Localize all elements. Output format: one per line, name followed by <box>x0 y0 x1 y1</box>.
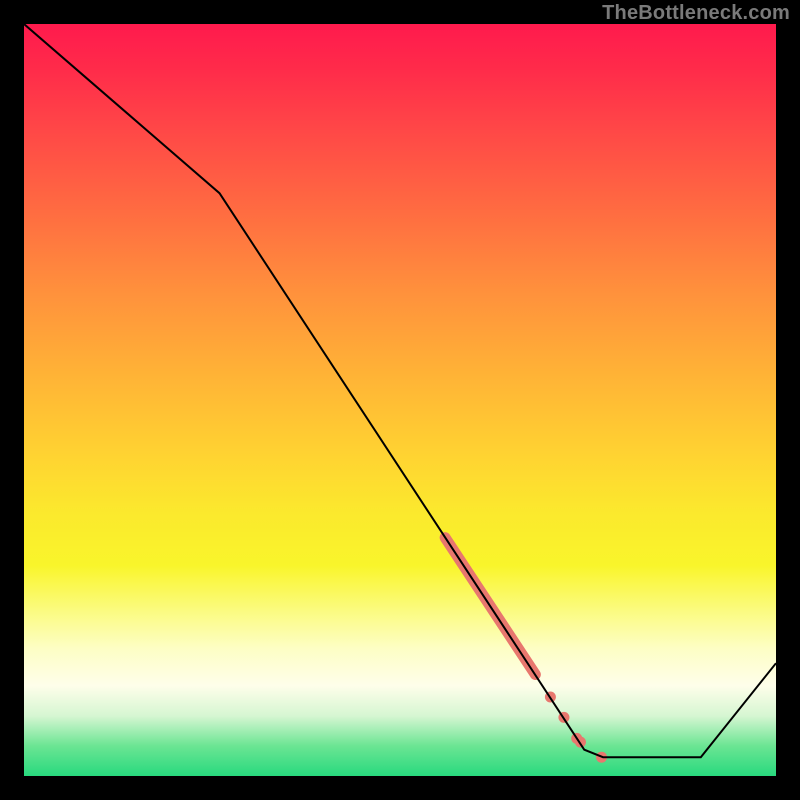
chart-container: TheBottleneck.com <box>0 0 800 800</box>
plot-area <box>24 24 776 776</box>
chart-overlay-svg <box>24 24 776 776</box>
attribution-text: TheBottleneck.com <box>602 2 790 25</box>
bottleneck-curve <box>24 24 776 757</box>
